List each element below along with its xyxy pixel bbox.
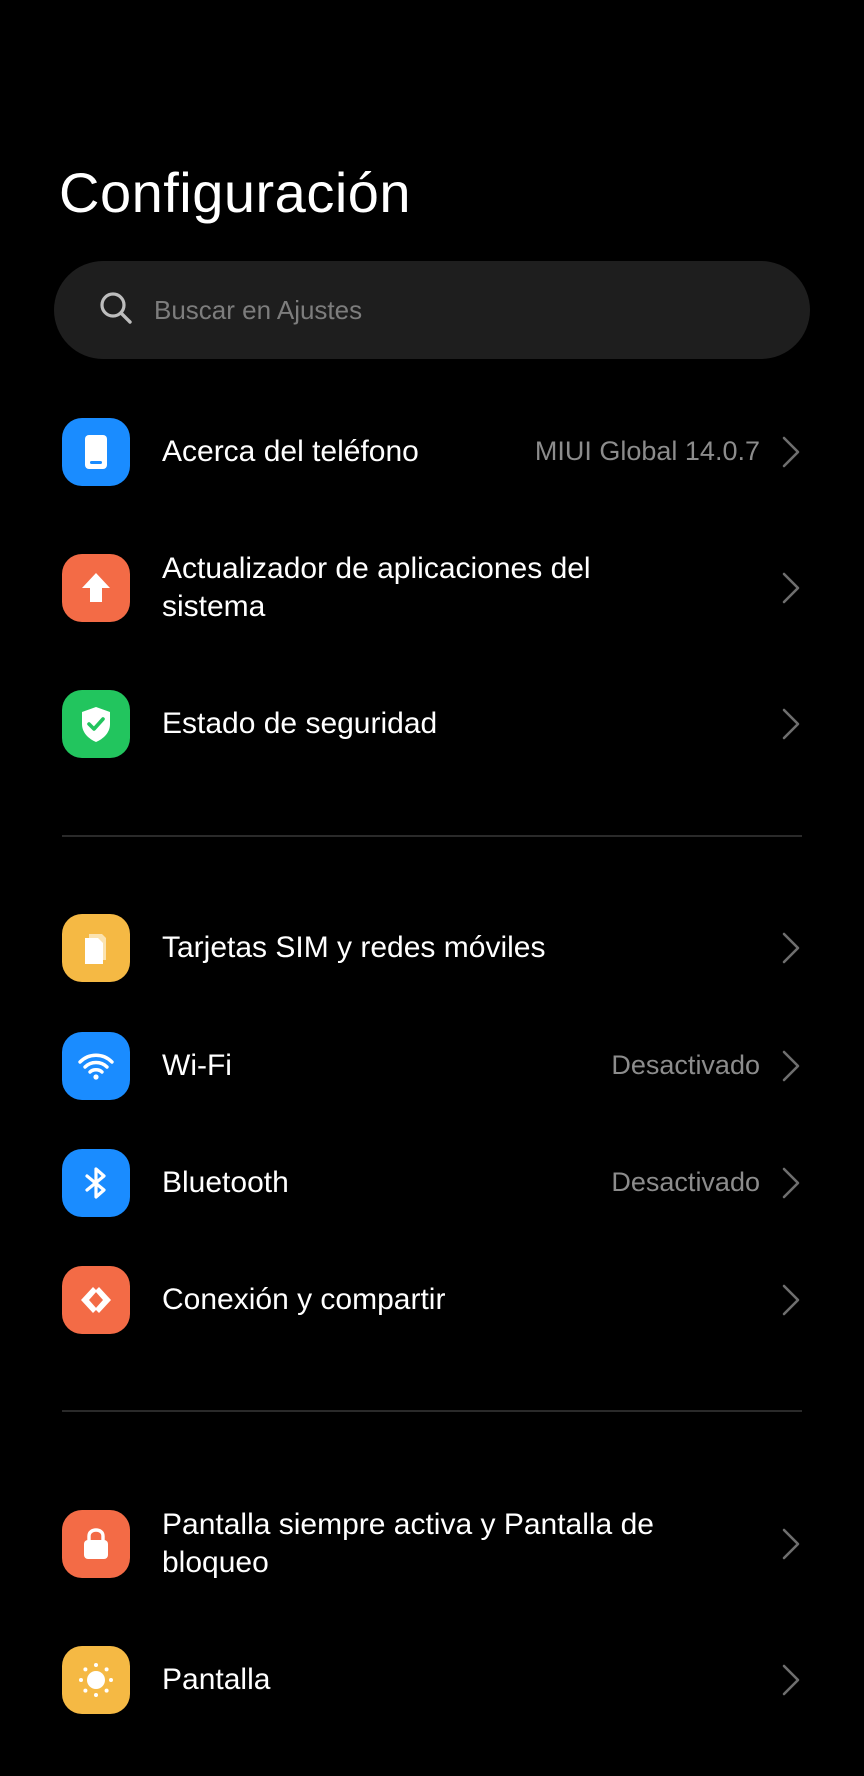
shield-check-icon [62,690,130,758]
chevron-right-icon [780,707,802,741]
upload-arrow-icon [62,554,130,622]
lock-icon [62,1510,130,1578]
settings-item-label: Pantalla siempre activa y Pantalla de bl… [162,1508,654,1579]
settings-item-label: Actualizador de aplicaciones del sistema [162,552,591,623]
settings-item-wifi[interactable]: Wi-Fi Desactivado [0,1018,864,1114]
search-bar[interactable] [54,261,810,359]
settings-item-label: Estado de seguridad [162,707,438,740]
connection-share-icon [62,1266,130,1334]
chevron-right-icon [780,571,802,605]
settings-item-label: Tarjetas SIM y redes móviles [162,931,546,964]
settings-item-sim-cards[interactable]: Tarjetas SIM y redes móviles [0,900,864,996]
settings-item-value: Desactivado [611,1050,760,1080]
settings-item-label: Pantalla [162,1663,271,1696]
search-icon [96,288,136,333]
chevron-right-icon [780,1527,802,1561]
settings-item-system-app-updater[interactable]: Actualizador de aplicaciones del sistema [0,540,864,636]
settings-item-display[interactable]: Pantalla [0,1632,864,1728]
settings-item-value: Desactivado [611,1167,760,1197]
search-input[interactable] [152,293,756,327]
section-divider [62,835,802,837]
phone-icon [62,418,130,486]
sim-card-icon [62,914,130,982]
settings-item-about-phone[interactable]: Acerca del teléfono MIUI Global 14.0.7 [0,404,864,500]
settings-item-connection-sharing[interactable]: Conexión y compartir [0,1252,864,1348]
chevron-right-icon [780,931,802,965]
settings-item-security-status[interactable]: Estado de seguridad [0,676,864,772]
settings-item-bluetooth[interactable]: Bluetooth Desactivado [0,1135,864,1231]
wifi-icon [62,1032,130,1100]
chevron-right-icon [780,1049,802,1083]
section-divider [62,1410,802,1412]
chevron-right-icon [780,1166,802,1200]
settings-item-lock-screen[interactable]: Pantalla siempre activa y Pantalla de bl… [0,1496,864,1592]
chevron-right-icon [780,435,802,469]
settings-item-label: Bluetooth [162,1166,289,1199]
settings-item-label: Acerca del teléfono [162,435,419,468]
chevron-right-icon [780,1663,802,1697]
settings-item-label: Conexión y compartir [162,1283,446,1316]
settings-item-label: Wi-Fi [162,1049,232,1082]
sun-icon [62,1646,130,1714]
bluetooth-icon [62,1149,130,1217]
page-title: Configuración [59,161,412,224]
settings-item-value: MIUI Global 14.0.7 [534,436,760,466]
chevron-right-icon [780,1283,802,1317]
